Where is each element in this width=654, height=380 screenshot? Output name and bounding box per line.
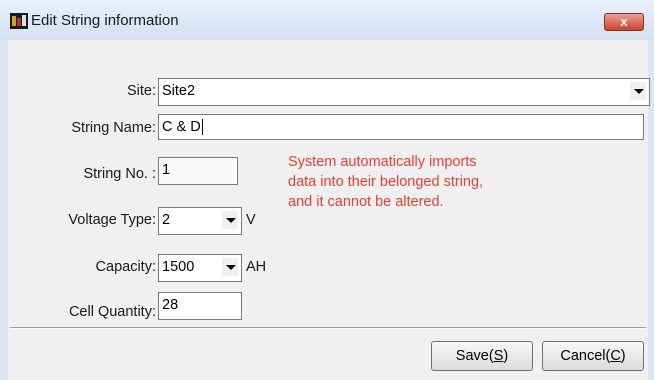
string-no-field: 1 (158, 157, 238, 185)
edit-string-dialog: Edit String information x Site: Site2 St… (0, 0, 654, 380)
capacity-unit: AH (246, 259, 267, 275)
info-note: System automatically imports data into t… (288, 152, 548, 212)
text-caret (201, 119, 203, 136)
string-no-value: 1 (162, 162, 171, 178)
close-button[interactable]: x (604, 13, 644, 31)
cancel-mnemonic: C (610, 348, 621, 364)
separator (10, 327, 646, 329)
capacity-label: Capacity: (95, 259, 156, 275)
window-frame-left (0, 40, 8, 380)
voltage-type-select[interactable]: 2 (158, 207, 242, 235)
info-note-line: data into their belonged string, (288, 174, 484, 190)
string-name-value: C & D (162, 119, 201, 135)
chevron-down-icon[interactable] (222, 211, 238, 229)
dialog-content: Site: Site2 String Name: C & D String No… (8, 40, 650, 380)
cancel-button-label: Cancel( (560, 348, 611, 364)
info-note-line: and it cannot be altered. (288, 194, 444, 210)
save-button-label: Save( (455, 348, 494, 364)
string-name-input[interactable]: C & D (158, 114, 644, 140)
site-label: Site: (126, 83, 156, 99)
save-button-close: ) (503, 348, 509, 364)
string-no-label: String No. : (83, 166, 156, 182)
close-icon: x (620, 14, 628, 29)
window-title: Edit String information (31, 12, 179, 29)
chevron-down-icon[interactable] (222, 258, 238, 276)
cancel-button-close: ) (620, 348, 626, 364)
save-mnemonic: S (493, 348, 504, 364)
cell-quantity-input[interactable]: 28 (158, 292, 242, 320)
app-icon (10, 13, 28, 29)
site-select-value: Site2 (162, 83, 196, 99)
voltage-unit: V (246, 212, 256, 228)
info-note-line: System automatically imports (288, 154, 477, 170)
save-button[interactable]: Save(S) (431, 341, 533, 371)
site-select[interactable]: Site2 (158, 78, 650, 106)
chevron-down-icon[interactable] (630, 82, 646, 100)
cell-quantity-label: Cell Quantity: (68, 304, 156, 320)
cell-quantity-value: 28 (162, 297, 179, 313)
voltage-type-value: 2 (162, 212, 171, 228)
cancel-button[interactable]: Cancel(C) (542, 341, 644, 371)
capacity-value: 1500 (162, 259, 195, 275)
title-bar: Edit String information x (0, 0, 654, 41)
capacity-select[interactable]: 1500 (158, 254, 242, 282)
voltage-type-label: Voltage Type: (68, 212, 156, 228)
string-name-label: String Name: (71, 120, 156, 136)
